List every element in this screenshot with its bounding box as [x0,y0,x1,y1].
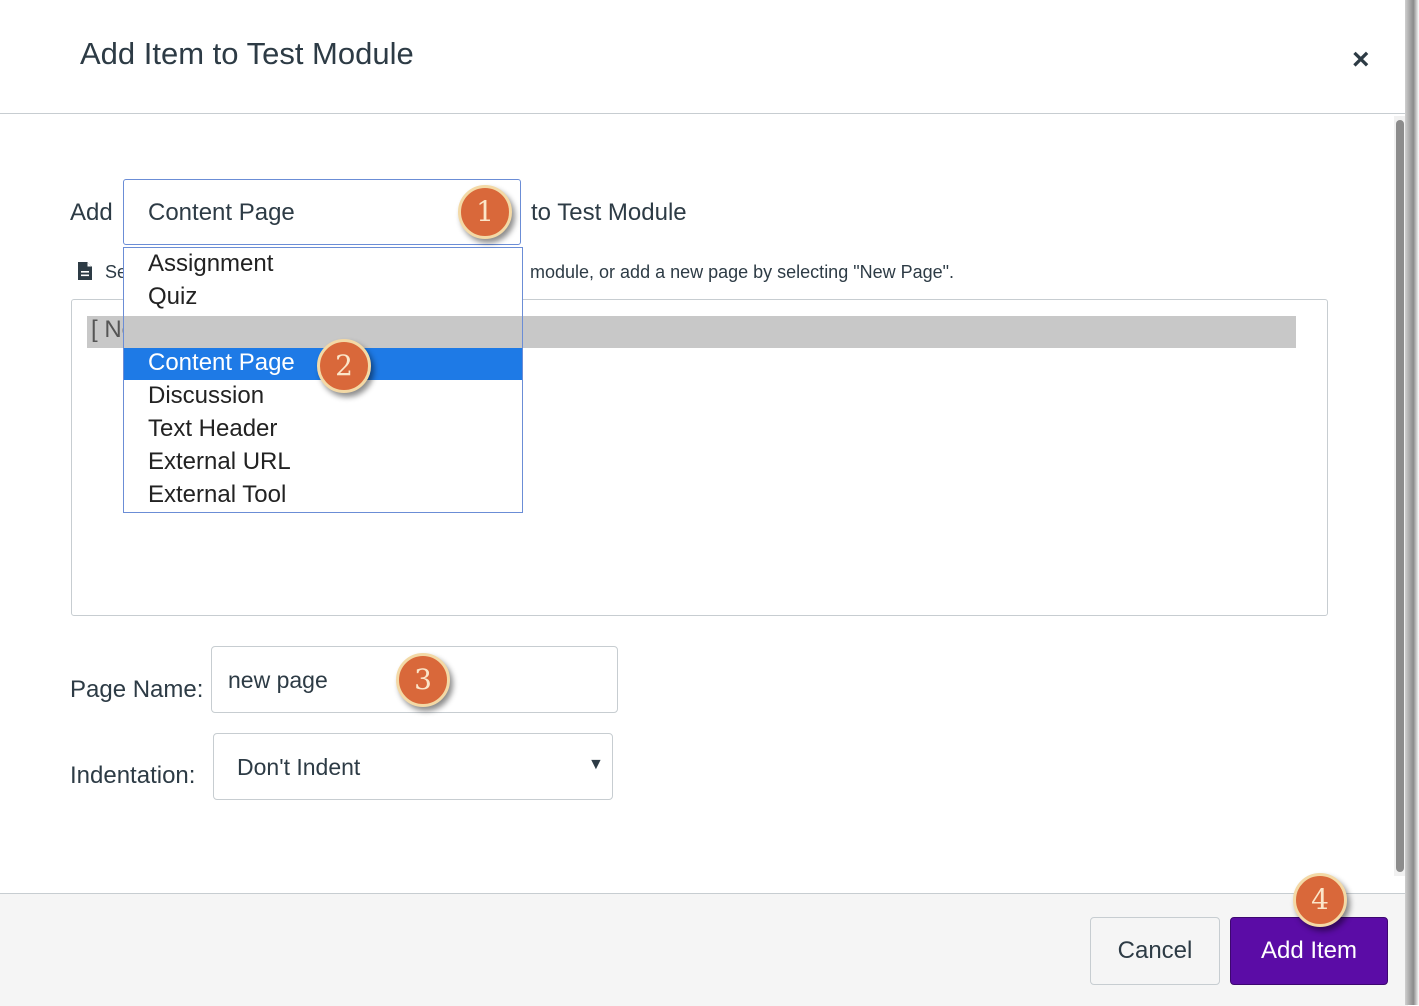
step-badge-2: 2 [317,339,371,393]
item-type-value: Content Page [148,199,295,226]
page-list-row-overlap [124,316,522,348]
to-module-label: to Test Module [531,199,687,226]
dropdown-option-discussion[interactable]: Discussion [124,380,522,413]
scrollbar-thumb[interactable] [1396,120,1404,872]
page-name-label: Page Name: [70,676,204,703]
step-badge-4: 4 [1293,873,1347,927]
dropdown-option-text-header[interactable]: Text Header [124,413,522,446]
step-badge-3: 3 [396,653,450,707]
description-text-end: module, or add a new page by selecting "… [530,262,955,282]
dialog-title: Add Item to Test Module [80,36,414,71]
page-name-value: new page [228,667,328,693]
chevron-down-icon: ▼ [588,756,604,773]
window-shadow [1405,0,1419,1005]
add-item-button[interactable]: Add Item [1230,917,1388,985]
dialog-header: Add Item to Test Module × [0,0,1408,114]
indentation-select[interactable]: Don't Indent ▼ [213,733,613,800]
cancel-button[interactable]: Cancel [1090,917,1220,985]
add-item-dialog: Add Item to Test Module × Add Content Pa… [0,0,1412,1006]
dropdown-option-quiz[interactable]: Quiz [124,281,522,314]
add-label: Add [70,199,113,226]
dropdown-option-assignment[interactable]: Assignment [124,248,522,281]
indentation-value: Don't Indent [237,754,361,780]
step-badge-1: 1 [458,185,512,239]
dropdown-option-external-tool[interactable]: External Tool [124,479,522,512]
document-icon [76,261,94,286]
close-icon[interactable]: × [1352,43,1370,77]
dropdown-option-external-url[interactable]: External URL [124,446,522,479]
indentation-label: Indentation: [70,762,196,789]
